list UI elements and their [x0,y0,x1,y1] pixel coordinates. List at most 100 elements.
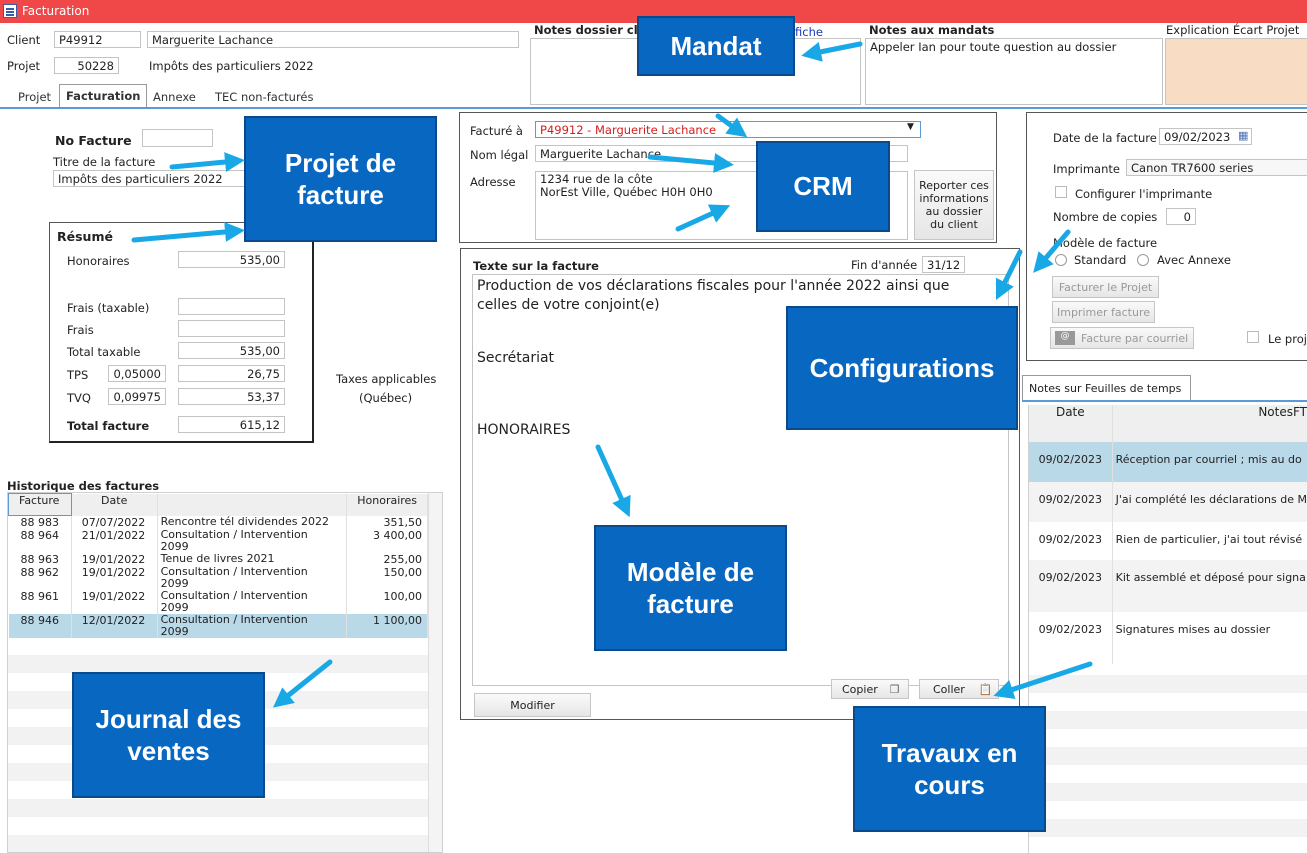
titre-field[interactable]: Impôts des particuliers 2022 [53,170,253,187]
col-facture[interactable]: Facture [8,493,72,516]
copier-label: Copier [842,682,878,696]
modele-label: Modèle de facture [1053,236,1158,250]
cell-notesft: Rien de particulier, j'ai tout révisé [1112,522,1307,560]
tab-tec[interactable]: TEC non-facturés [209,86,320,108]
imprimante-select[interactable]: Canon TR7600 series [1126,159,1307,176]
frais-label: Frais [67,323,94,337]
cell-description: Consultation / Intervention 2099 [157,614,348,638]
cell-facture: 88 963 [8,553,72,566]
coller-label: Coller [933,682,965,696]
total-taxable-label: Total taxable [67,345,141,359]
col-notesft[interactable]: NotesFT [1112,405,1307,442]
arrow-titre [169,152,245,172]
total-taxable-field: 535,00 [178,342,285,359]
no-facture-label: No Facture [55,133,132,148]
modifier-button[interactable]: Modifier [474,693,591,717]
resume-title: Résumé [57,229,113,244]
le-proj-checkbox[interactable] [1247,331,1259,343]
callout-crm: CRM [756,141,890,232]
table-row[interactable]: 88 963 19/01/2022 Tenue de livres 2021 255,… [8,553,428,566]
description-line2: 2099 [160,540,189,553]
notes-dossier-label: Notes dossier cl [534,23,638,37]
col-notes-date[interactable]: Date [1029,405,1113,442]
fiche-link[interactable]: fiche [795,25,823,39]
copies-label: Nombre de copies [1053,210,1158,224]
explication-field[interactable] [1165,38,1307,105]
callout-modele: Modèle de facture [594,525,787,651]
avec-annexe-radio[interactable] [1137,254,1149,266]
callout-travaux-line2: cours [914,770,985,800]
cell-honoraires: 255,00 [346,553,428,566]
historique-scrollbar[interactable] [428,493,442,852]
table-row[interactable]: 88 946 12/01/2022 Consultation / Intervent… [8,614,428,638]
honoraires-field[interactable]: 535,00 [178,251,285,268]
configurer-checkbox[interactable] [1055,186,1067,198]
courriel-button[interactable]: @ Facture par courriel [1050,327,1194,349]
facturer-projet-button[interactable]: Facturer le Projet [1052,276,1159,298]
cell-description: Consultation / Intervention 2099 [157,566,348,590]
table-row[interactable]: 88 983 07/07/2022 Rencontre tél dividendes… [8,515,428,529]
fin-annee-field[interactable]: 31/12 [922,256,965,273]
cell-notesft: Signatures mises au dossier [1112,612,1307,664]
facture-a-select[interactable]: P49912 - Marguerite Lachance [535,121,921,138]
frais-field[interactable] [178,320,285,337]
tab-underline [0,107,1307,109]
table-row[interactable]: 09/02/2023 Rien de particulier, j'ai tout… [1029,522,1307,560]
cell-facture: 88 962 [8,566,72,590]
projet-number-field[interactable]: 50228 [54,57,119,74]
cell-description: Tenue de livres 2021 [157,553,348,566]
standard-label: Standard [1074,253,1127,267]
notesft-grid[interactable]: Date NotesFT 09/02/2023 Réception par cou… [1028,405,1307,853]
table-row[interactable]: 09/02/2023 Signatures mises au dossier [1029,612,1307,664]
texte-label: Texte sur la facture [473,259,599,273]
table-row[interactable]: 09/02/2023 Réception par courriel ; mis a… [1029,442,1307,482]
frais-taxable-label: Frais (taxable) [67,301,150,315]
tps-rate-field[interactable]: 0,05000 [108,365,166,382]
table-row[interactable]: 88 964 21/01/2022 Consultation / Intervent… [8,529,428,553]
cell-honoraires: 3 400,00 [346,529,428,553]
reporter-button[interactable]: Reporter ces informations au dossier du … [914,170,994,240]
client-label: Client [7,33,41,47]
cell-honoraires: 100,00 [346,590,428,614]
table-row[interactable]: 88 962 19/01/2022 Consultation / Intervent… [8,566,428,590]
copier-button[interactable]: Copier ❐ [831,679,909,699]
cell-description: Consultation / Intervention 2099 [157,590,348,614]
description-line2: 2099 [160,625,189,638]
nom-legal-label: Nom légal [470,148,529,162]
cell-date: 19/01/2022 [71,553,158,566]
col-date[interactable]: Date [71,493,158,516]
tvq-rate-field[interactable]: 0,09975 [108,388,166,405]
fin-annee-label: Fin d'année [851,258,918,272]
tab-annexe[interactable]: Annexe [147,86,202,108]
texte-line1: Production de vos déclarations fiscales … [477,278,950,294]
notes-mandats-label: Notes aux mandats [869,23,995,37]
client-code-field[interactable]: P49912 [54,31,141,48]
copies-field[interactable]: 0 [1166,208,1196,225]
projet-label: Projet [7,59,41,73]
imprimer-facture-button[interactable]: Imprimer facture [1052,301,1155,323]
callout-projet-line1: Projet de [284,147,397,178]
cell-date: 12/01/2022 [71,614,158,638]
cell-notesft: J'ai complété les déclarations de M [1112,482,1307,522]
le-proj-label: Le proj [1268,332,1307,346]
standard-radio[interactable] [1055,254,1067,266]
tab-projet[interactable]: Projet [12,86,57,108]
table-row[interactable]: 09/02/2023 J'ai complété les déclarations… [1029,482,1307,522]
cell-facture: 88 964 [8,529,72,553]
table-row[interactable]: 09/02/2023 Kit assemblé et déposé pour si… [1029,560,1307,612]
copy-icon: ❐ [889,682,900,696]
tab-notesft[interactable]: Notes sur Feuilles de temps [1022,375,1191,401]
no-facture-field[interactable] [142,129,213,147]
callout-projet-line2: facture [297,180,384,210]
cell-notes-date: 09/02/2023 [1029,560,1113,612]
coller-button[interactable]: Coller 📋 [919,679,999,699]
table-row[interactable]: 88 961 19/01/2022 Consultation / Intervent… [8,590,428,614]
calendar-icon[interactable]: ▦ [1238,129,1248,142]
tab-facturation[interactable]: Facturation [59,84,148,108]
col-description[interactable] [157,493,348,516]
notes-mandats-field[interactable]: Appeler Ian pour toute question au dossi… [865,38,1163,105]
frais-taxable-field[interactable] [178,298,285,315]
col-honoraires[interactable]: Honoraires [346,493,428,516]
historique-title: Historique des factures [7,479,160,493]
client-name-field[interactable]: Marguerite Lachance [147,31,519,48]
